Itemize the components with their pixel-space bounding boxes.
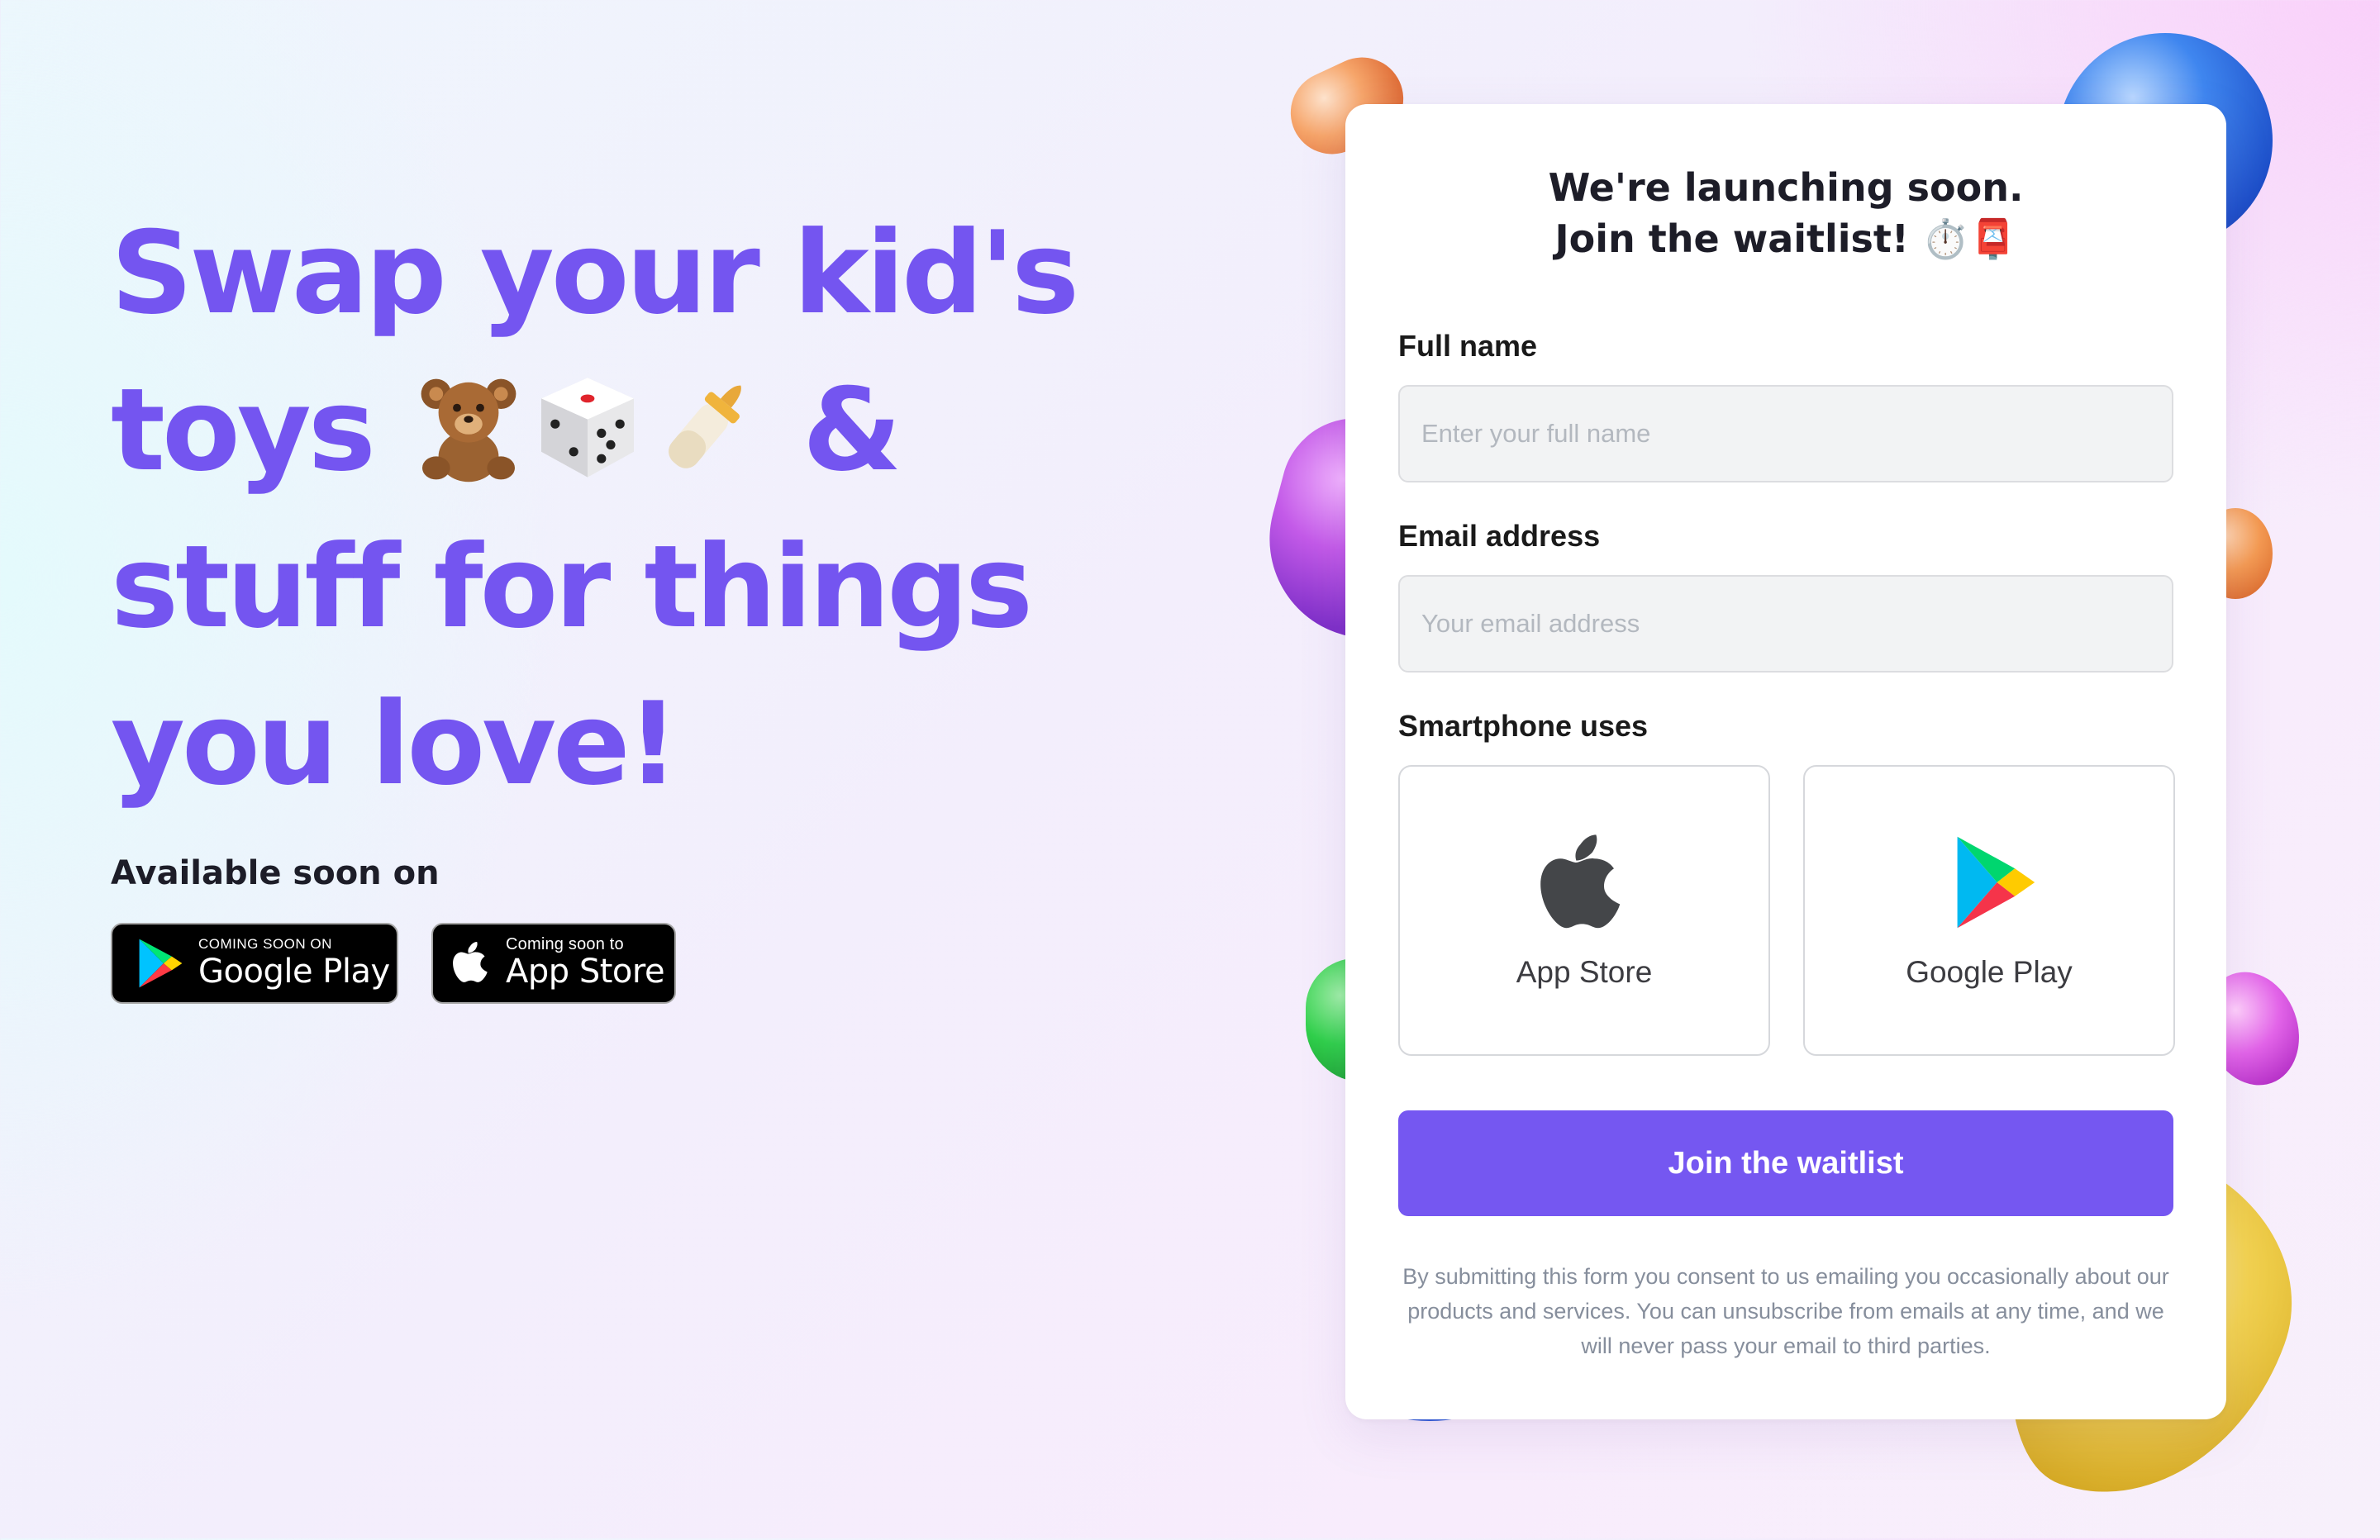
- teddy-bear-icon: [421, 379, 516, 482]
- hero-title-line-3: stuff for things: [111, 520, 1033, 654]
- apple-icon: [453, 942, 488, 982]
- google-badge-small-text: COMING SOON ON: [198, 936, 332, 952]
- platform-label-app-store: App Store: [1516, 955, 1653, 989]
- hero-title-line-2-prefix: toys: [111, 364, 376, 497]
- join-waitlist-button[interactable]: Join the waitlist: [1398, 1110, 2173, 1216]
- card-heading-line-2: Join the waitlist! ⏱️📮: [1554, 216, 2017, 261]
- consent-text: By submitting this form you consent to u…: [1402, 1264, 2169, 1358]
- card-heading: We're launching soon. Join the waitlist!…: [1345, 162, 2226, 264]
- card-heading-line-1: We're launching soon.: [1548, 165, 2024, 210]
- hero-title-line-4: you love!: [111, 677, 679, 810]
- full-name-label: Full name: [1398, 329, 1538, 363]
- apple-icon: [1540, 834, 1621, 929]
- email-label: Email address: [1398, 519, 1601, 553]
- waitlist-form-card: We're launching soon. Join the waitlist!…: [1345, 104, 2226, 1419]
- google-play-badge[interactable]: COMING SOON ON Google Play: [111, 923, 398, 1004]
- hero-title-line-1: Swap your kid's: [111, 207, 1079, 340]
- full-name-input[interactable]: [1398, 385, 2173, 482]
- google-play-icon: [139, 939, 183, 988]
- email-input[interactable]: [1398, 575, 2173, 673]
- smartphone-label: Smartphone uses: [1398, 709, 1649, 743]
- available-soon-label: Available soon on: [111, 854, 440, 892]
- google-play-icon: [1957, 836, 2035, 929]
- apple-badge-big-text: App Store: [506, 953, 665, 991]
- platform-option-google-play[interactable]: Google Play: [1803, 765, 2175, 1056]
- app-store-badge[interactable]: Coming soon to App Store: [431, 923, 676, 1004]
- hero-title: Swap your kid's toys & stuff for things …: [111, 195, 1185, 823]
- apple-badge-small-text: Coming soon to: [506, 935, 624, 953]
- platform-label-google-play: Google Play: [1906, 955, 2073, 989]
- baby-bottle-icon: [668, 386, 741, 469]
- hero-title-line-2-suffix: &: [765, 364, 902, 497]
- google-badge-big-text: Google Play: [198, 953, 390, 991]
- platform-option-app-store[interactable]: App Store: [1398, 765, 1770, 1056]
- dice-icon: [540, 378, 634, 478]
